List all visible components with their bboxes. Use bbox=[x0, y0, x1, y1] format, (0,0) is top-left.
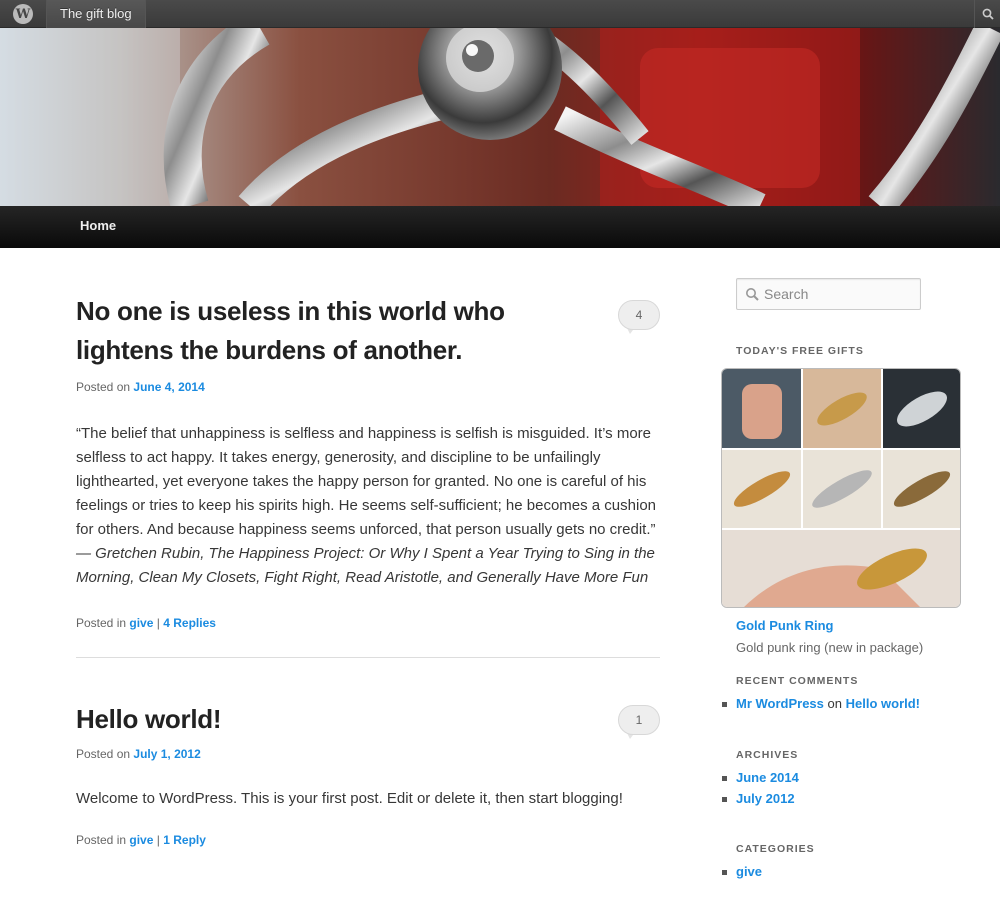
post-text: Welcome to WordPress. This is your first… bbox=[76, 790, 623, 807]
comments-count[interactable]: 1 bbox=[618, 705, 660, 735]
on-label: on bbox=[827, 696, 842, 711]
category-link[interactable]: give bbox=[129, 616, 153, 630]
widget-title-categories: CATEGORIES bbox=[736, 843, 815, 855]
list-item: Mr WordPress on Hello world! bbox=[722, 693, 920, 714]
search-icon bbox=[745, 287, 759, 306]
category-link[interactable]: give bbox=[129, 833, 153, 847]
widget-title-recent-comments: RECENT COMMENTS bbox=[736, 675, 859, 687]
post-article: No one is useless in this world who ligh… bbox=[76, 292, 660, 630]
gift-name-link[interactable]: Gold Punk Ring bbox=[736, 618, 834, 633]
gift-product-image[interactable] bbox=[721, 368, 961, 608]
categories-list: give bbox=[722, 861, 762, 882]
main-navigation: Home bbox=[0, 206, 1000, 248]
post-content: “The belief that unhappiness is selfless… bbox=[76, 422, 660, 590]
post-article: Hello world! Posted on July 1, 2012 Welc… bbox=[76, 700, 660, 847]
list-item: July 2012 bbox=[722, 788, 799, 809]
post-footer: Posted in give | 4 Replies bbox=[76, 616, 660, 630]
list-item: give bbox=[722, 861, 762, 882]
quote-citation: ― Gretchen Rubin, The Happiness Project:… bbox=[76, 545, 655, 586]
post-title-link[interactable]: No one is useless in this world who ligh… bbox=[76, 296, 505, 365]
replies-link[interactable]: 1 Reply bbox=[163, 833, 206, 847]
post-footer: Posted in give | 1 Reply bbox=[76, 833, 660, 847]
post-meta: Posted on July 1, 2012 bbox=[76, 747, 660, 761]
archive-link-july-2012[interactable]: July 2012 bbox=[736, 791, 795, 806]
post-date-link[interactable]: July 1, 2012 bbox=[133, 747, 200, 761]
comments-count[interactable]: 4 bbox=[618, 300, 660, 330]
comments-count-bubble[interactable]: 1 bbox=[618, 705, 660, 739]
archives-list: June 2014 July 2012 bbox=[722, 767, 799, 809]
list-item: June 2014 bbox=[722, 767, 799, 788]
post-divider bbox=[76, 657, 660, 658]
posted-in-label: Posted in bbox=[76, 616, 127, 630]
search-icon[interactable] bbox=[974, 0, 1000, 28]
replies-link[interactable]: 4 Replies bbox=[163, 616, 216, 630]
quote-text: “The belief that unhappiness is selfless… bbox=[76, 425, 657, 538]
posted-in-label: Posted in bbox=[76, 833, 127, 847]
archive-link-june-2014[interactable]: June 2014 bbox=[736, 770, 799, 785]
widget-title-free-gifts: TODAY'S FREE GIFTS bbox=[736, 345, 864, 357]
search-input[interactable] bbox=[764, 279, 914, 309]
post-title[interactable]: Hello world! bbox=[76, 700, 660, 739]
comment-post-link[interactable]: Hello world! bbox=[846, 696, 920, 711]
posted-on-label: Posted on bbox=[76, 380, 131, 394]
post-date-link[interactable]: June 4, 2014 bbox=[133, 380, 204, 394]
header-image[interactable] bbox=[0, 28, 1000, 206]
admin-bar: W The gift blog bbox=[0, 0, 1000, 28]
post-title[interactable]: No one is useless in this world who ligh… bbox=[76, 292, 546, 370]
widget-title-archives: ARCHIVES bbox=[736, 749, 799, 761]
comment-author-link[interactable]: Mr WordPress bbox=[736, 696, 824, 711]
comments-count-bubble[interactable]: 4 bbox=[618, 300, 660, 334]
separator: | bbox=[156, 833, 160, 847]
category-link-give[interactable]: give bbox=[736, 864, 762, 879]
site-name-link[interactable]: The gift blog bbox=[46, 0, 146, 28]
wordpress-logo-icon[interactable]: W bbox=[0, 0, 46, 28]
nav-item-home[interactable]: Home bbox=[80, 206, 116, 246]
posted-on-label: Posted on bbox=[76, 747, 131, 761]
recent-comments-list: Mr WordPress on Hello world! bbox=[722, 693, 920, 714]
separator: | bbox=[156, 616, 160, 630]
search-form bbox=[736, 278, 921, 310]
post-meta: Posted on June 4, 2014 bbox=[76, 380, 660, 394]
gift-description: Gold punk ring (new in package) bbox=[736, 640, 924, 655]
post-content: Welcome to WordPress. This is your first… bbox=[76, 787, 660, 811]
post-title-link[interactable]: Hello world! bbox=[76, 704, 221, 734]
